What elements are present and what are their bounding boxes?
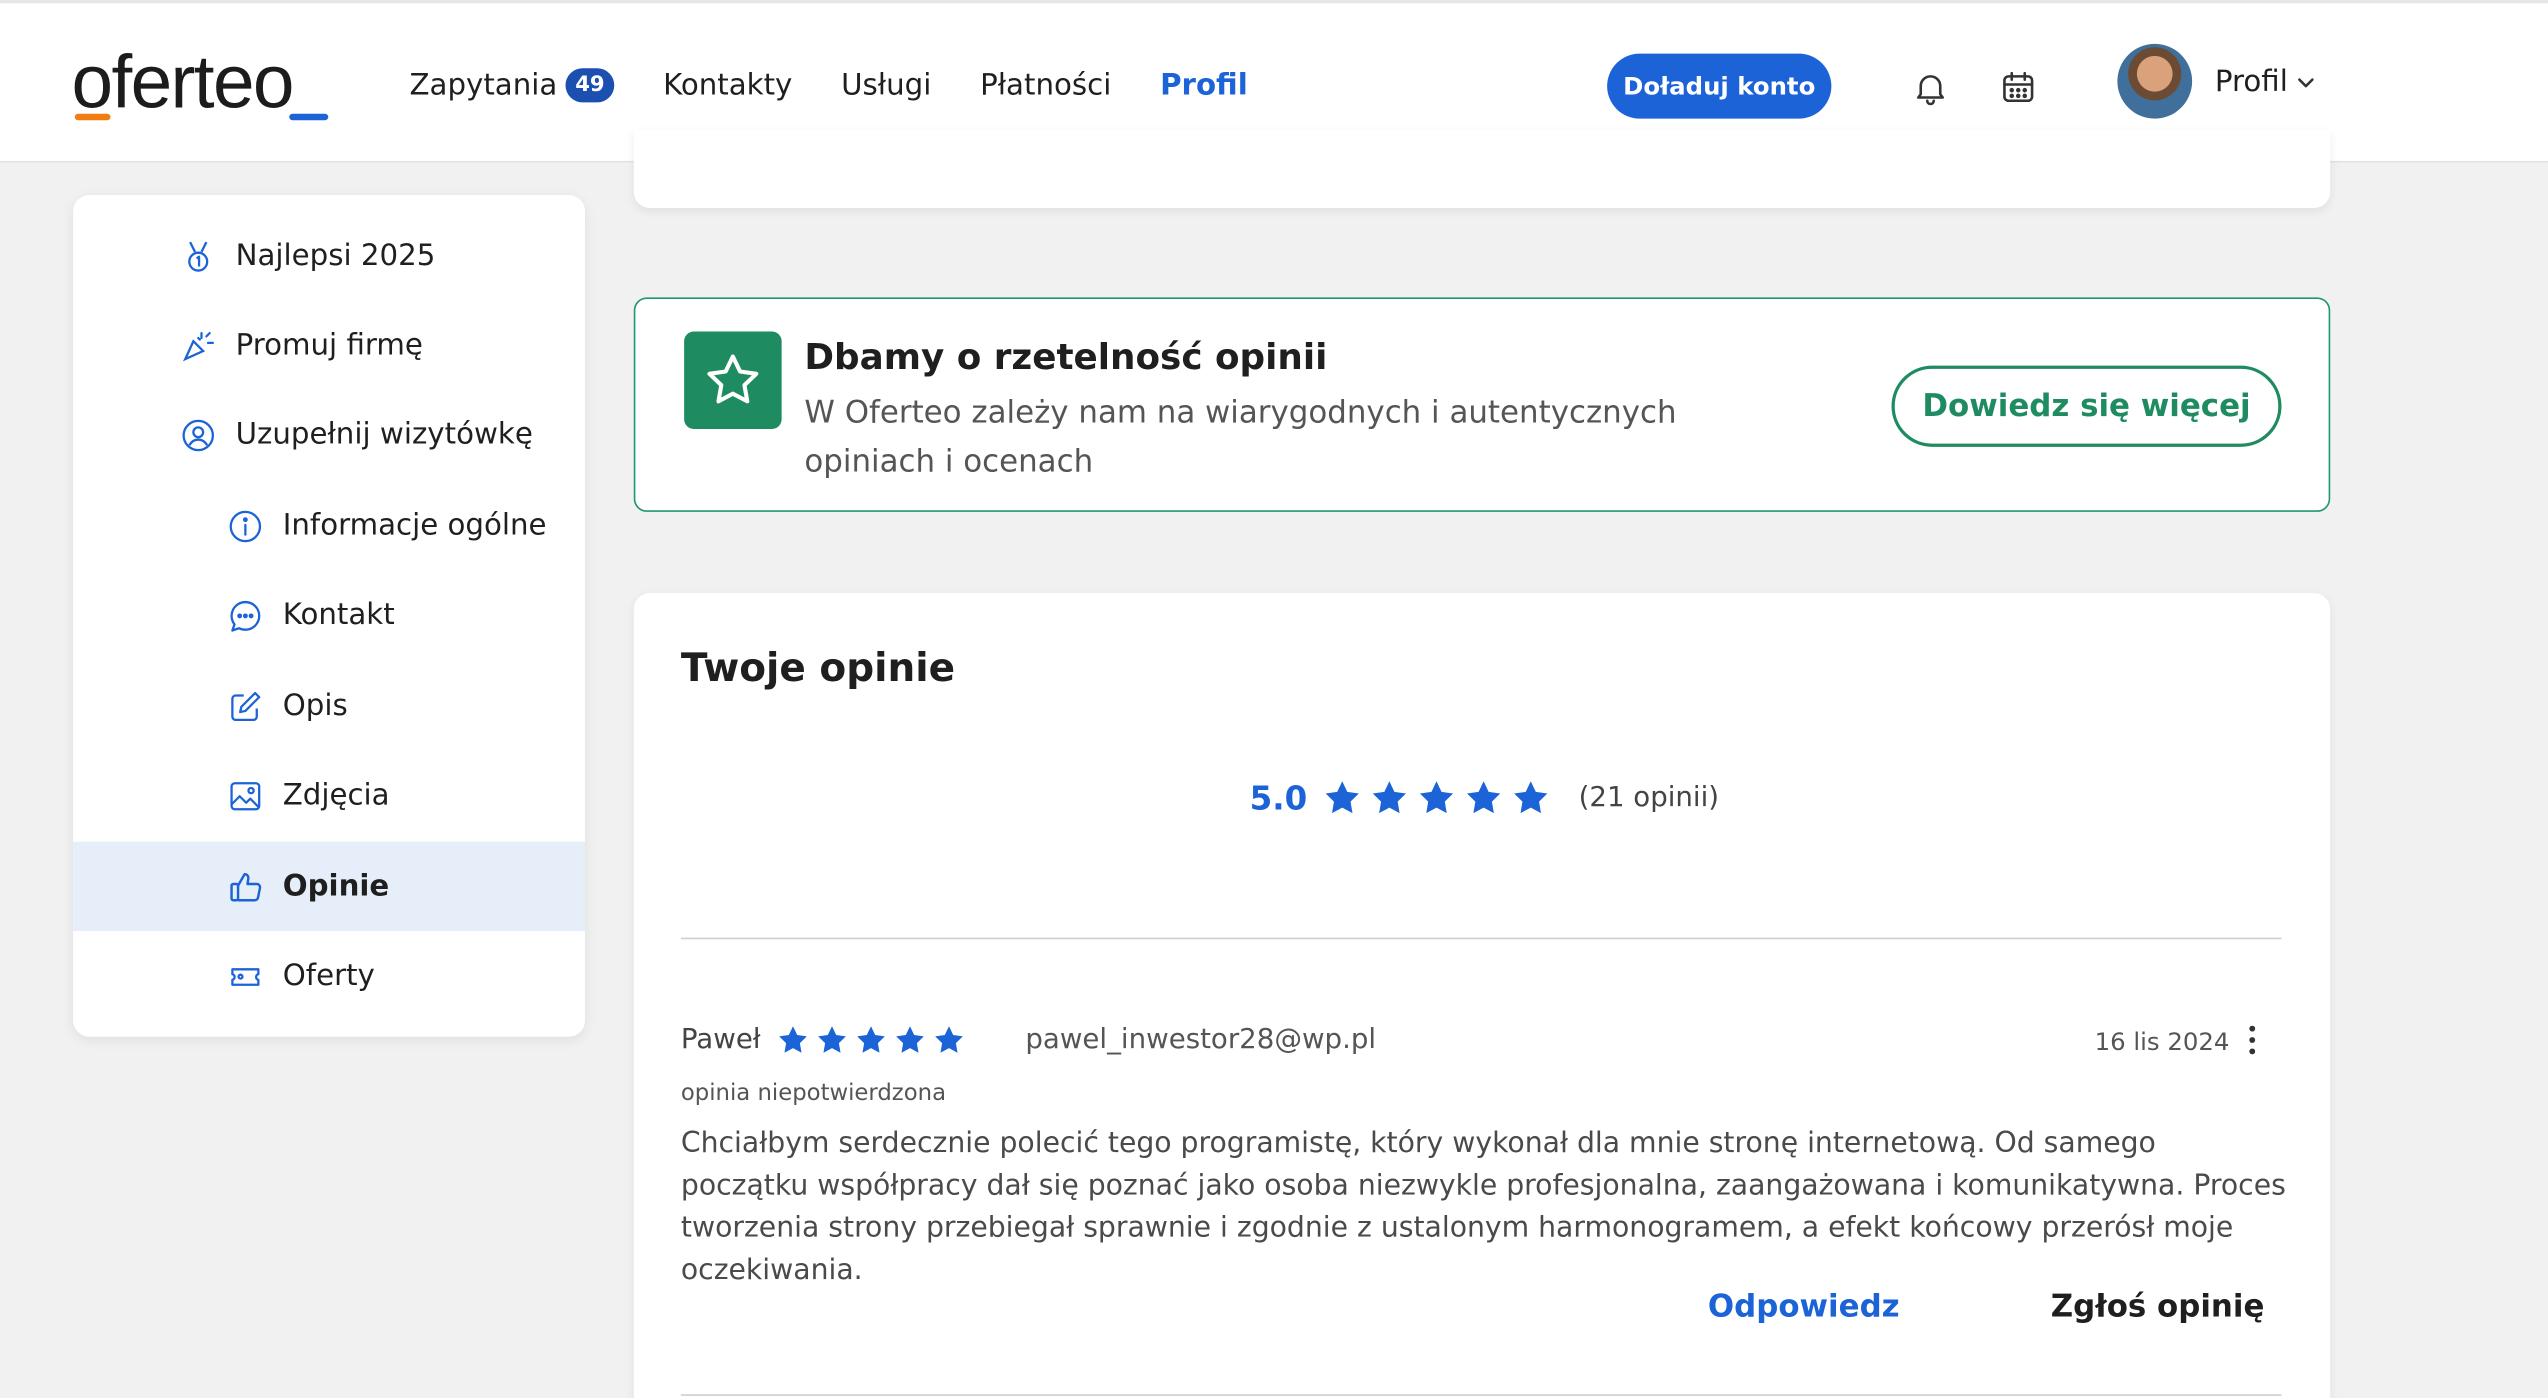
star-icon xyxy=(1420,781,1454,814)
star-icon xyxy=(857,1026,885,1053)
zapytania-count-badge: 49 xyxy=(565,67,615,102)
sidebar-item-label: Zdjęcia xyxy=(282,778,390,813)
sidebar-item-label: Oferty xyxy=(282,958,375,993)
nav-profil-label: Profil xyxy=(1160,67,1248,102)
sidebar-item-najlepsi-2025[interactable]: Najlepsi 2025 xyxy=(73,211,585,300)
trust-description: W Oferteo zależy nam na wiarygodnych i a… xyxy=(804,394,1677,480)
average-score: 5.0 xyxy=(1249,778,1308,818)
divider xyxy=(680,1394,2282,1396)
logo-underline-blue xyxy=(289,113,329,121)
topup-account-button[interactable]: Doładuj konto xyxy=(1607,53,1832,119)
sidebar-item-label: Uzupełnij wizytówkę xyxy=(235,417,533,452)
sparkles-icon xyxy=(182,331,215,361)
sidebar-item-informacje-ogolne[interactable]: Informacje ogólne xyxy=(73,481,585,570)
oferteo-logo[interactable]: oferteo xyxy=(71,39,329,124)
star-icon xyxy=(1326,781,1360,814)
sidebar-item-kontakt[interactable]: Kontakt xyxy=(73,570,585,659)
previous-section-card xyxy=(633,130,2331,208)
chevron-down-icon[interactable] xyxy=(2295,72,2318,95)
sidebar-item-zdjecia[interactable]: Zdjęcia xyxy=(73,751,585,840)
thumbs-up-icon xyxy=(230,872,262,901)
ticket-icon xyxy=(231,967,260,986)
review-status: opinia niepotwierdzona xyxy=(680,1080,947,1107)
review-author: Paweł xyxy=(680,1023,761,1057)
sidebar: Najlepsi 2025 Promuj firmę Uzupełnij wiz… xyxy=(73,195,585,1037)
profile-menu-label[interactable]: Profil xyxy=(2215,65,2288,99)
nav-zapytania[interactable]: Zapytania 49 xyxy=(410,62,615,108)
reviews-card: Twoje opinie 5.0 (21 opinii) Paweł pawel… xyxy=(633,593,2331,1398)
nav-platnosci[interactable]: Płatności xyxy=(980,62,1111,108)
user-circle-icon xyxy=(182,418,215,451)
chat-icon xyxy=(230,600,261,631)
medal-icon xyxy=(188,240,209,271)
star-icon xyxy=(896,1026,924,1053)
star-icon xyxy=(779,1026,807,1053)
star-icon xyxy=(818,1026,846,1053)
rating-summary: 5.0 (21 opinii) xyxy=(1250,778,1719,817)
edit-icon xyxy=(231,691,261,721)
trust-banner: Dbamy o rzetelność opinii W Oferteo zale… xyxy=(633,297,2331,512)
image-icon xyxy=(230,781,261,810)
divider xyxy=(680,937,2282,940)
star-icon xyxy=(1373,781,1407,814)
trust-title: Dbamy o rzetelność opinii xyxy=(804,338,1328,379)
star-icon xyxy=(1467,781,1501,814)
sidebar-item-label: Najlepsi 2025 xyxy=(235,238,436,273)
reply-button[interactable]: Odpowiedz xyxy=(1708,1289,1900,1325)
reviews-title: Twoje opinie xyxy=(680,645,956,691)
star-outline-icon xyxy=(707,354,759,404)
sidebar-item-label: Promuj firmę xyxy=(235,328,423,363)
nav-kontakty-label: Kontakty xyxy=(663,67,793,102)
review-date: 16 lis 2024 xyxy=(2094,1027,2230,1057)
logo-text: oferteo xyxy=(71,39,295,124)
main-nav: Zapytania 49 Kontakty Usługi Płatności P… xyxy=(410,62,1297,166)
trust-icon-box xyxy=(684,331,782,429)
nav-platnosci-label: Płatności xyxy=(980,67,1112,102)
sidebar-item-opis[interactable]: Opis xyxy=(73,661,585,750)
report-review-button[interactable]: Zgłoś opinię xyxy=(2051,1289,2265,1325)
sidebar-item-opinie[interactable]: Opinie xyxy=(73,841,585,932)
review-stars xyxy=(777,1024,972,1057)
nav-uslugi-label: Usługi xyxy=(841,67,932,102)
star-icon xyxy=(935,1026,963,1053)
info-icon xyxy=(229,509,262,542)
sidebar-item-label: Kontakt xyxy=(282,598,395,633)
bell-icon[interactable] xyxy=(1911,68,1950,107)
sidebar-item-promuj-firme[interactable]: Promuj firmę xyxy=(73,301,585,390)
avatar[interactable] xyxy=(2117,43,2193,119)
summary-stars xyxy=(1323,778,1559,817)
learn-more-button[interactable]: Dowiedz się więcej xyxy=(1891,365,2282,447)
sidebar-item-label: Opis xyxy=(282,689,348,724)
more-options-icon[interactable] xyxy=(2236,1022,2269,1058)
logo-underline-orange xyxy=(74,113,111,121)
sidebar-item-oferty[interactable]: Oferty xyxy=(73,931,585,1020)
nav-zapytania-label: Zapytania xyxy=(409,67,558,102)
sidebar-item-label: Opinie xyxy=(282,869,390,904)
nav-kontakty[interactable]: Kontakty xyxy=(663,62,792,108)
sidebar-item-uzupelnij-wizytowke[interactable]: Uzupełnij wizytówkę xyxy=(73,390,585,479)
calendar-icon[interactable] xyxy=(1999,68,2038,107)
reviews-count: (21 opinii) xyxy=(1578,781,1720,815)
review-email: pawel_inwestor28@wp.pl xyxy=(1025,1023,1377,1057)
nav-uslugi[interactable]: Usługi xyxy=(841,62,931,108)
sidebar-item-label: Informacje ogólne xyxy=(282,508,547,543)
nav-profil[interactable]: Profil xyxy=(1160,62,1248,166)
review-body: Chciałbym serdecznie polecić tego progra… xyxy=(680,1127,2286,1287)
star-icon xyxy=(1514,781,1549,814)
